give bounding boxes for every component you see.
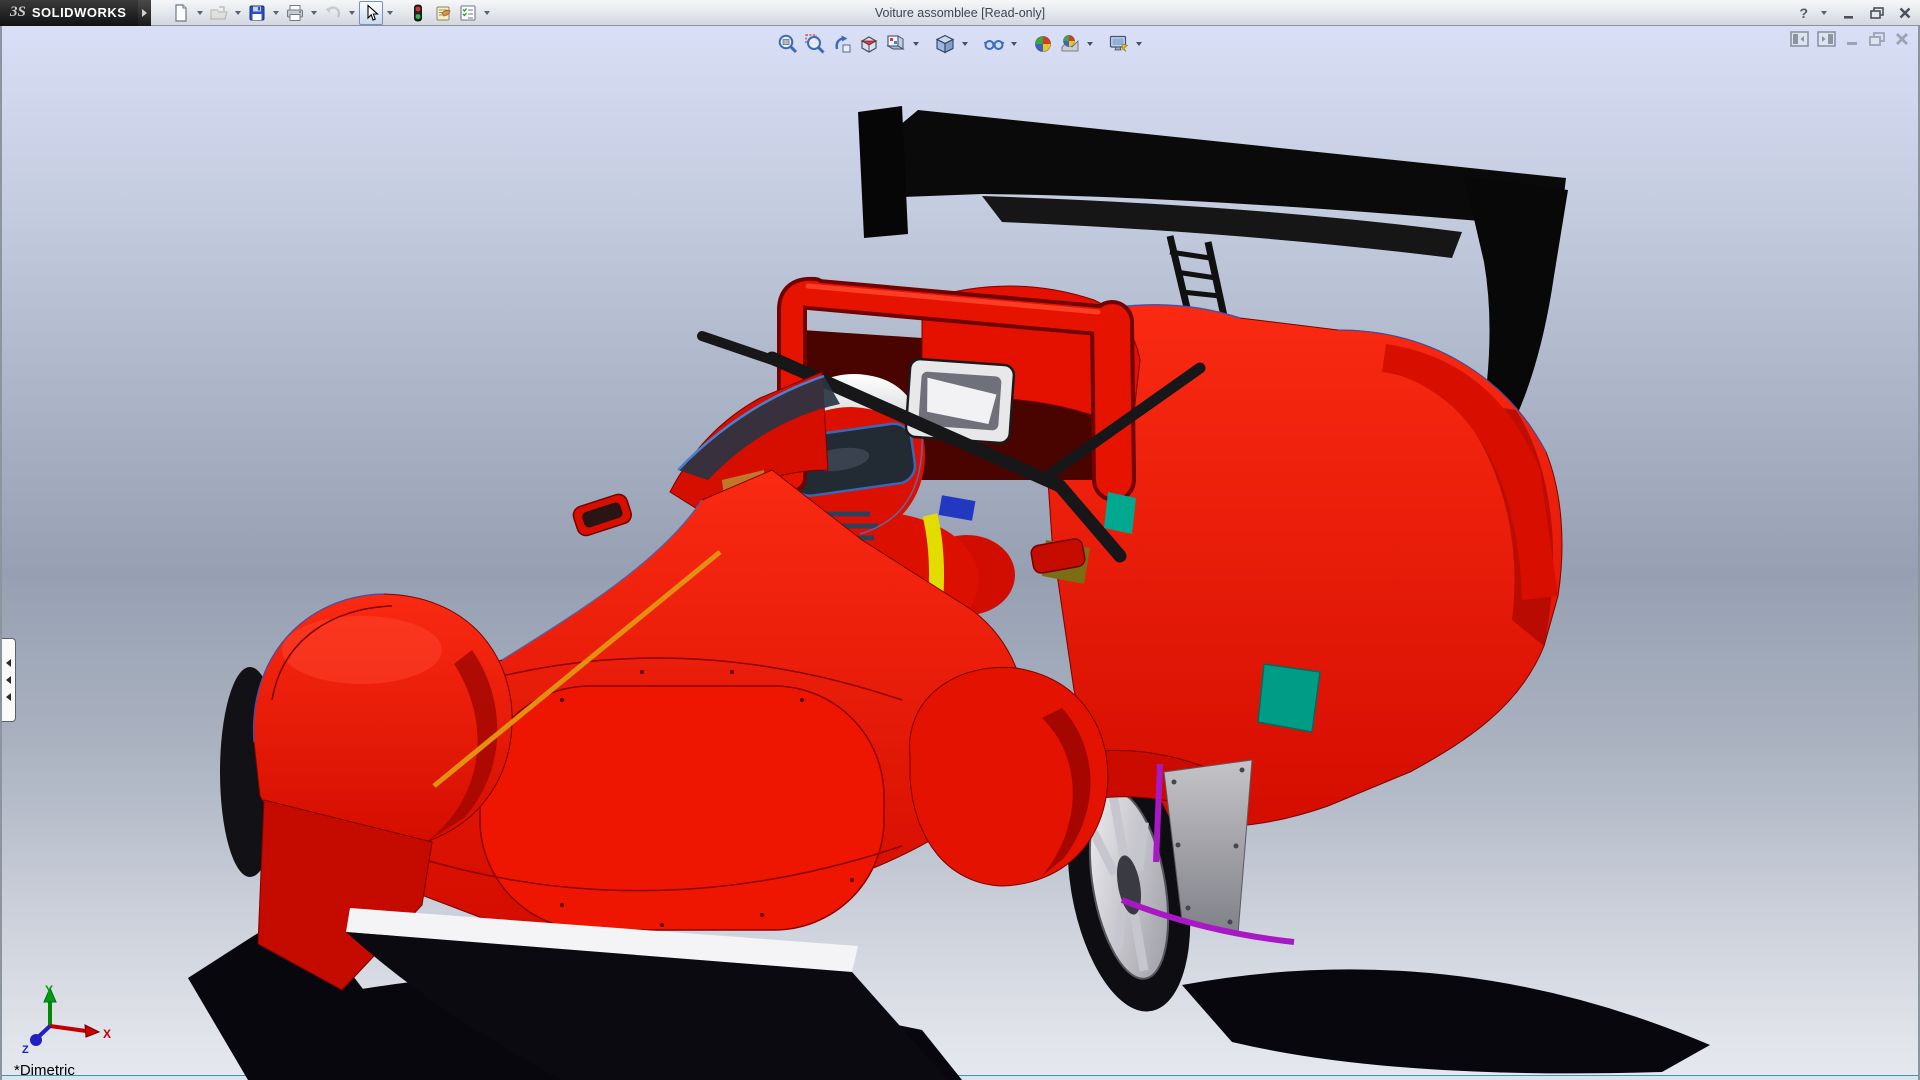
apply-scene-icon <box>1059 33 1081 55</box>
print-icon <box>285 3 305 23</box>
brand-3s-icon: 3S <box>10 4 26 21</box>
minimize-button[interactable] <box>1840 4 1858 22</box>
reference-triad: Y X Z <box>22 983 111 1056</box>
display-style-icon <box>934 33 956 55</box>
save-button[interactable] <box>245 1 269 25</box>
close-icon <box>1898 6 1912 20</box>
zoom-to-fit-button[interactable] <box>776 32 800 56</box>
apply-scene-button[interactable] <box>1058 32 1082 56</box>
doc-close-icon <box>1894 31 1910 47</box>
hide-show-items-glasses-icon <box>983 33 1005 55</box>
right-pane-icon <box>1817 31 1836 47</box>
zoom-to-fit-icon <box>777 33 799 55</box>
heads-up-view-toolbar <box>776 32 1144 56</box>
minimize-icon <box>1842 6 1856 20</box>
section-view-button[interactable] <box>857 32 881 56</box>
view-settings-monitor-icon <box>1108 33 1130 55</box>
right-arrow-icon <box>142 9 147 17</box>
brand-name: SOLIDWORKS <box>32 5 127 20</box>
save-floppy-icon <box>247 3 267 23</box>
view-settings-caret[interactable] <box>1136 42 1142 46</box>
previous-view-button[interactable] <box>830 32 854 56</box>
zoom-to-area-button[interactable] <box>803 32 827 56</box>
solidworks-window: 3S SOLIDWORKS <box>0 0 1920 1080</box>
front-right-fender <box>910 667 1108 886</box>
solidworks-logo: 3S SOLIDWORKS <box>0 0 138 26</box>
left-pane-icon <box>1790 31 1809 47</box>
help-button[interactable]: ? <box>1799 5 1808 21</box>
section-view-icon <box>858 33 880 55</box>
purple-trim <box>1156 764 1160 862</box>
harness-buckle <box>939 495 976 521</box>
options-button[interactable] <box>456 1 480 25</box>
save-dropdown-caret[interactable] <box>273 11 279 15</box>
new-document-button[interactable] <box>169 1 193 25</box>
edit-appearance-button[interactable] <box>1031 32 1055 56</box>
print-dropdown-caret[interactable] <box>311 11 317 15</box>
view-orientation-caret[interactable] <box>913 42 919 46</box>
edit-appearance-icon <box>1032 33 1054 55</box>
undo-arrow-icon <box>323 3 343 23</box>
show-left-pane-button[interactable] <box>1790 31 1809 47</box>
doc-close-button[interactable] <box>1894 31 1910 47</box>
left-arrow-icon <box>6 659 11 667</box>
race-car-model[interactable] <box>188 106 1710 1080</box>
left-arrow-icon <box>6 676 11 684</box>
view-orientation-button[interactable] <box>884 32 908 56</box>
triad-y-label: Y <box>45 983 53 997</box>
file-properties-icon <box>433 3 453 23</box>
triad-z-label: Z <box>22 1044 29 1056</box>
doc-restore-button[interactable] <box>1868 31 1886 47</box>
left-mirror <box>571 492 634 538</box>
select-cursor-icon <box>361 3 381 23</box>
select-button[interactable] <box>359 1 383 25</box>
left-arrow-icon <box>6 693 11 701</box>
close-button[interactable] <box>1896 4 1914 22</box>
restore-button[interactable] <box>1868 4 1886 22</box>
open-button[interactable] <box>207 1 231 25</box>
doc-minimize-icon <box>1844 31 1860 47</box>
options-dropdown-caret[interactable] <box>484 11 490 15</box>
view-settings-button[interactable] <box>1107 32 1131 56</box>
doc-restore-icon <box>1868 31 1886 47</box>
select-dropdown-caret[interactable] <box>387 11 393 15</box>
restore-icon <box>1869 6 1885 20</box>
titlebar-controls: ? <box>1799 0 1914 26</box>
teal-cockpit-panel <box>1104 492 1136 534</box>
standard-toolbar <box>169 1 493 25</box>
triad-x-label: X <box>103 1027 111 1041</box>
view-orientation-label: *Dimetric <box>14 1062 75 1079</box>
document-window-controls <box>1790 31 1910 47</box>
doc-minimize-button[interactable] <box>1844 31 1860 47</box>
print-button[interactable] <box>283 1 307 25</box>
graphics-area[interactable]: Y X Z *Dimetric <box>0 26 1920 1080</box>
apply-scene-caret[interactable] <box>1087 42 1093 46</box>
new-dropdown-caret[interactable] <box>197 11 203 15</box>
toolbar-expand-arrow[interactable] <box>138 0 151 26</box>
rebuild-button[interactable] <box>406 1 430 25</box>
undo-dropdown-caret[interactable] <box>349 11 355 15</box>
new-document-icon <box>171 3 191 23</box>
open-folder-icon <box>209 3 229 23</box>
feature-manager-collapsed-tab[interactable] <box>2 638 16 722</box>
options-list-icon <box>458 3 478 23</box>
open-dropdown-caret[interactable] <box>235 11 241 15</box>
show-right-pane-button[interactable] <box>1817 31 1836 47</box>
display-style-caret[interactable] <box>962 42 968 46</box>
hide-show-items-caret[interactable] <box>1011 42 1017 46</box>
teal-side-inset <box>1258 664 1320 732</box>
help-dropdown-caret[interactable] <box>1821 11 1827 15</box>
zoom-to-area-icon <box>804 33 826 55</box>
hide-show-items-button[interactable] <box>982 32 1006 56</box>
model-render[interactable]: Y X Z <box>2 26 1920 1080</box>
undo-button[interactable] <box>321 1 345 25</box>
display-style-button[interactable] <box>933 32 957 56</box>
rebuild-traffic-light-icon <box>408 3 428 23</box>
view-orientation-icon <box>885 33 907 55</box>
file-properties-button[interactable] <box>431 1 455 25</box>
previous-view-icon <box>831 33 853 55</box>
title-bar: 3S SOLIDWORKS <box>0 0 1920 26</box>
